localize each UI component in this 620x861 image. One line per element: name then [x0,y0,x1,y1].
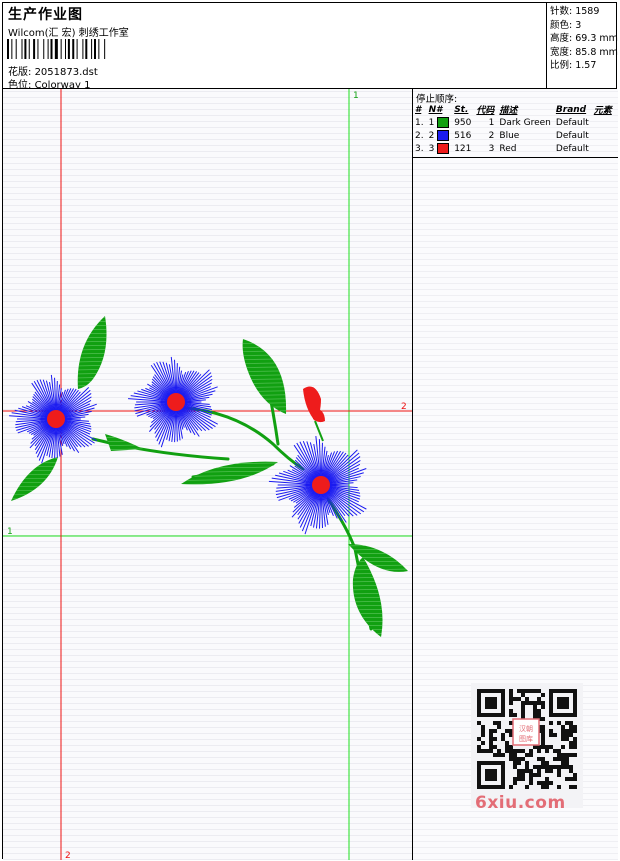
row-description: Red [499,143,517,154]
guide-vertical-red-label: 2 [65,851,71,860]
production-worksheet: 生产作业图 Wilcom(汇 宏) 刺绣工作室 花版: 2051873.dst … [2,2,618,860]
col-description: 描述 [499,106,518,116]
flower-center [312,476,330,494]
col-index: # [415,104,422,115]
row-code: 2 [488,130,495,141]
row-index: 1. [415,117,424,128]
col-stitches: St. [454,104,469,115]
row-brand: Default [555,143,589,154]
flower [128,356,218,448]
design-canvas[interactable]: 1 1 2 2 [3,89,413,860]
guide-horizontal-green-label: 1 [7,527,13,537]
flower-center [47,410,65,428]
table-header-row: # N# St. 代码 描述 Brand 元素 [415,103,617,117]
qr-code-watermark: 汉朝 图库 [471,683,583,808]
row-index: 3. [415,143,424,154]
row-brand: Default [555,130,589,141]
divider [413,157,618,158]
stamp-text: 汉朝 [519,725,533,733]
color-swatch [437,117,450,128]
barcode [7,39,106,59]
leaves [11,316,408,637]
guide-horizontal-red-label: 2 [401,402,407,412]
design-stats: 针数: 1589 颜色: 3 高度: 69.3 mm 宽度: 85.8 mm 比… [546,3,618,89]
watermark-site: 6xiu.com [475,793,566,813]
color-swatch [437,143,450,154]
leaf-stitching [11,316,408,637]
table-row[interactable]: 1. 1 950 1 Dark Green Default [415,116,617,129]
leaf [352,557,383,637]
row-stitches: 516 [454,130,472,141]
flower-bud [303,386,325,423]
flower [9,374,98,464]
flowers [9,356,367,535]
company-name: Wilcom(汇 宏) 刺绣工作室 [8,28,129,39]
bud-petal [313,407,325,423]
table-row[interactable]: 2. 2 516 2 Blue Default [415,129,617,142]
row-needle: 3 [429,142,455,155]
col-needle: N# [428,104,443,115]
col-brand: Brand [555,104,587,115]
col-code: 代码 [476,106,495,116]
stat-scale: 比例: 1.57 [550,60,597,71]
row-stitches: 950 [454,117,472,128]
row-element [594,142,617,155]
row-element [594,116,617,129]
color-sequence-table: # N# St. 代码 描述 Brand 元素 1. 1 950 1 Dark … [415,103,617,155]
row-index: 2. [415,130,424,141]
row-brand: Default [555,117,589,128]
row-description: Blue [499,130,520,141]
row-stitches: 121 [454,143,472,154]
col-element: 元素 [593,106,612,116]
row-code: 1 [488,117,495,128]
embroidery-preview: 1 1 2 2 [3,89,412,860]
color-swatch [437,130,450,141]
svg-text:图库: 图库 [519,734,533,743]
page-title: 生产作业图 [8,7,83,23]
leaf [181,461,278,485]
row-code: 3 [488,143,495,154]
leaf [105,434,143,451]
stat-stitches: 针数: 1589 [550,6,600,17]
flower [268,435,367,535]
table-row[interactable]: 3. 3 121 3 Red Default [415,142,617,155]
flower-center [167,393,185,411]
stat-width: 宽度: 85.8 mm [550,46,618,58]
stat-colors: 颜色: 3 [550,19,582,31]
guide-vertical-green-label: 1 [353,91,359,101]
row-needle: 1 [429,116,455,129]
row-needle: 2 [429,129,455,142]
row-element [594,129,617,142]
header: 生产作业图 Wilcom(汇 宏) 刺绣工作室 花版: 2051873.dst … [3,3,618,91]
row-description: Dark Green [499,117,551,128]
stat-height: 高度: 69.3 mm [550,33,618,44]
leaf [11,457,58,501]
